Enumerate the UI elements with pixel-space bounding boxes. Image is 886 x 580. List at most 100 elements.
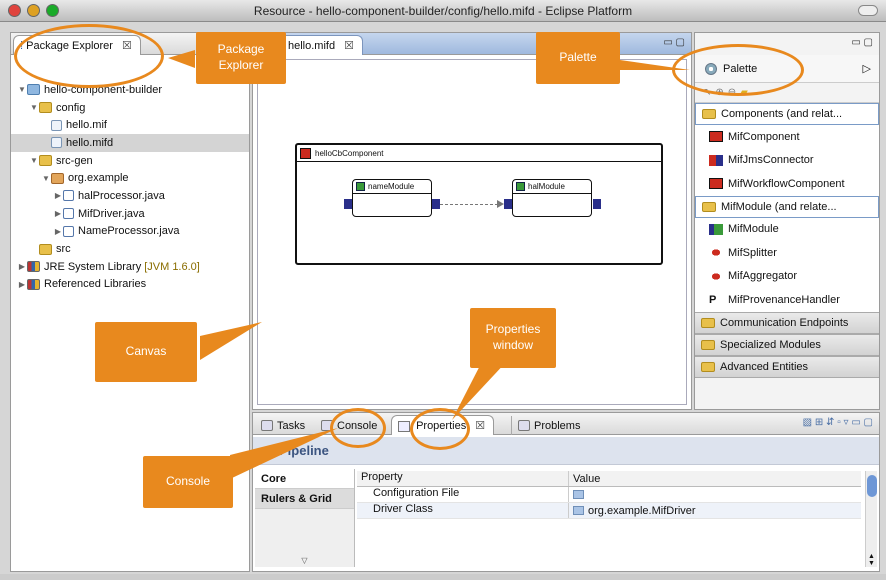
view-toolbar-icons[interactable]: ▧ ⊞ ⇵ ▫ ▿ ▭ ▢ (803, 417, 873, 428)
palette-item[interactable]: MifSplitter (695, 241, 879, 265)
tree-item[interactable]: ▼ org.example (11, 169, 249, 187)
palette-item-label: MifModule (728, 223, 779, 236)
editor-tabbar: hello.mifd ☒ ▭ ▢ (253, 33, 691, 55)
pkg-icon (51, 172, 64, 184)
palette-item-label: MifJmsConnector (728, 154, 814, 167)
tree-item[interactable]: ▶ MifDriver.java (11, 205, 249, 223)
vertical-scrollbar[interactable]: ▲ ▼ (865, 471, 877, 567)
callout-package-explorer: Package Explorer (196, 32, 286, 84)
tree-item-label: halProcessor.java (78, 189, 165, 202)
file-icon (573, 490, 584, 499)
connector-icon (709, 154, 723, 166)
close-window-button[interactable] (8, 4, 21, 17)
output-port[interactable] (432, 199, 440, 209)
property-value-cell[interactable]: org.example.MifDriver (569, 503, 861, 518)
minimize-window-button[interactable] (27, 4, 40, 17)
expand-toggle-icon[interactable]: ▼ (29, 156, 39, 165)
tree-item[interactable]: ▶ halProcessor.java (11, 187, 249, 205)
expand-toggle-icon[interactable]: ▶ (53, 227, 63, 236)
palette-drawers: Components (and relat... MifComponent MifJ… (695, 103, 879, 378)
expand-toggle-icon[interactable]: ▶ (53, 191, 63, 200)
section-rulers-grid[interactable]: Rulers & Grid (255, 489, 354, 509)
module-node-name[interactable]: nameModule (352, 179, 432, 217)
connection-line[interactable] (440, 204, 498, 205)
palette-item-label: MifAggregator (728, 270, 798, 283)
problems-icon (518, 420, 530, 431)
expand-toggle-icon[interactable]: ▶ (17, 262, 27, 271)
tree-item-label: src-gen (56, 154, 93, 167)
scroll-down-icon[interactable]: ▽ (255, 556, 354, 565)
output-port[interactable] (593, 199, 601, 209)
tab-problems[interactable]: Problems (511, 416, 586, 435)
property-name: Driver Class (357, 503, 569, 518)
tree-item[interactable]: hello.mifd (11, 134, 249, 152)
close-icon[interactable]: ☒ (475, 420, 485, 432)
palette-item-label: MifSplitter (728, 246, 777, 259)
scroll-arrows-icon[interactable]: ▲ ▼ (866, 553, 877, 567)
palette-item[interactable]: MifAggregator (695, 264, 879, 288)
folder-icon (701, 317, 715, 328)
expand-toggle-icon[interactable]: ▶ (17, 280, 27, 289)
palette-item[interactable]: MifModule (695, 217, 879, 241)
tree-item-label: Referenced Libraries (44, 278, 147, 291)
component-icon (300, 147, 311, 159)
tree-item[interactable]: ▼ config (11, 99, 249, 117)
tree-item[interactable]: src (11, 240, 249, 258)
expand-toggle-icon[interactable]: ▼ (29, 103, 39, 112)
tree-item[interactable]: ▶ NameProcessor.java (11, 223, 249, 241)
toolbar-toggle-button[interactable] (858, 5, 878, 16)
palette-drawer[interactable]: Specialized Modules (695, 333, 879, 356)
tree-item-suffix: [JVM 1.6.0] (144, 260, 200, 273)
module-icon (709, 223, 723, 235)
palette-item[interactable]: MifJmsConnector (695, 148, 879, 172)
scrollbar-thumb[interactable] (867, 475, 877, 497)
provenance-icon: P (709, 294, 717, 307)
palette-drawer[interactable]: Advanced Entities (695, 355, 879, 378)
expand-toggle-icon[interactable]: ▼ (17, 85, 27, 94)
highlight-palette (672, 44, 804, 96)
column-header-property: Property (357, 471, 569, 486)
expand-toggle-icon[interactable]: ▶ (53, 209, 63, 218)
module-header: nameModule (353, 180, 431, 194)
component-node[interactable]: helloCbComponent nameModule halModule (295, 143, 663, 265)
maximize-icon[interactable]: ▭ ▢ (663, 37, 685, 48)
tree-item[interactable]: ▶ Referenced Libraries (11, 276, 249, 294)
java-icon (63, 208, 74, 220)
expand-toggle-icon[interactable]: ▼ (41, 174, 51, 183)
folder-icon (702, 109, 716, 119)
property-name: Configuration File (357, 487, 569, 502)
palette-drawer[interactable]: Communication Endpoints (695, 311, 879, 334)
tree-item[interactable]: hello.mif (11, 116, 249, 134)
table-row[interactable]: Driver Class org.example.MifDriver (357, 503, 861, 519)
table-header: Property Value (357, 471, 861, 487)
zoom-window-button[interactable] (46, 4, 59, 17)
drawer-label: MifModule (and relate... (721, 200, 837, 213)
status-bar (0, 574, 886, 580)
tree-item[interactable]: ▶ JRE System Library [JVM 1.6.0] (11, 258, 249, 276)
palette-drawer[interactable]: Components (and relat... (695, 103, 879, 125)
tree-item-label: hello.mifd (66, 136, 114, 149)
maximize-icon[interactable]: ▭ ▢ (851, 37, 873, 48)
input-port[interactable] (344, 199, 352, 209)
palette-item-label: MifWorkflowComponent (728, 177, 845, 190)
highlight-console (330, 408, 386, 448)
palette-item[interactable]: P MifProvenanceHandler (695, 288, 879, 312)
component-name: helloCbComponent (315, 148, 384, 158)
drawer-label: Communication Endpoints (720, 316, 849, 329)
collapse-palette-icon[interactable]: ▷ (863, 62, 871, 75)
section-core[interactable]: Core (255, 469, 354, 489)
tree-item[interactable]: ▼ src-gen (11, 152, 249, 170)
property-value-cell[interactable] (569, 487, 861, 502)
module-node-hal[interactable]: halModule (512, 179, 592, 217)
aggregator-icon (709, 270, 723, 282)
close-icon[interactable]: ☒ (344, 40, 354, 52)
palette-drawer[interactable]: MifModule (and relate... (695, 195, 879, 218)
java-icon (63, 190, 74, 202)
palette-item[interactable]: MifComponent (695, 125, 879, 149)
palette-item[interactable]: MifWorkflowComponent (695, 172, 879, 196)
input-port[interactable] (504, 199, 512, 209)
tree-item-label: JRE System Library (44, 260, 142, 273)
tab-tasks[interactable]: Tasks (255, 416, 311, 435)
table-row[interactable]: Configuration File (357, 487, 861, 503)
component-icon (709, 178, 723, 190)
